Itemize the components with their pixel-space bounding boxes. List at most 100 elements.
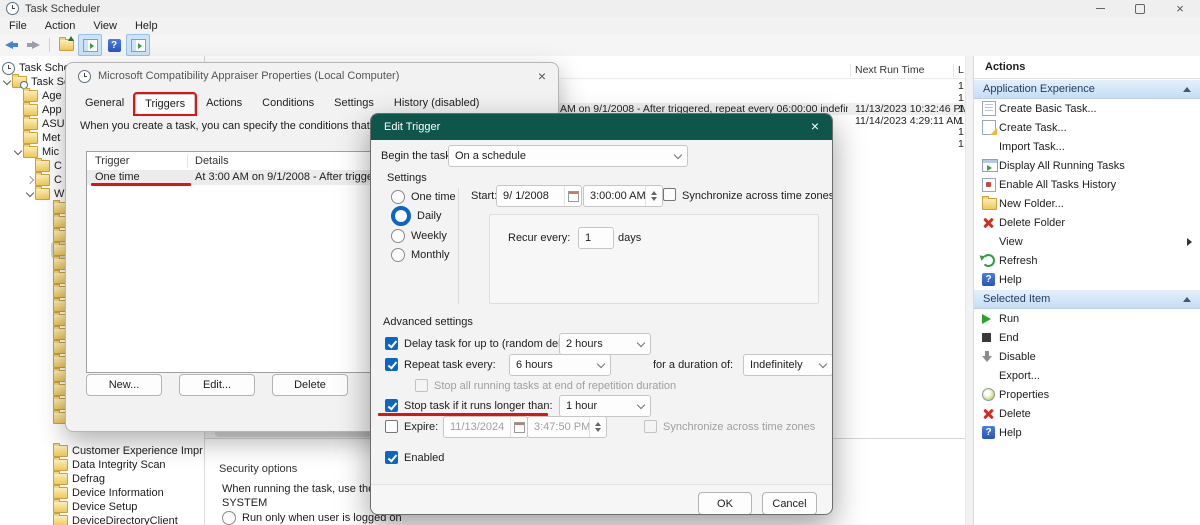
tree-item[interactable]: Customer Experience Impr bbox=[0, 443, 204, 458]
action-item[interactable]: Disable bbox=[974, 347, 1200, 366]
edit-trigger-title: Edit Trigger bbox=[384, 121, 441, 133]
action-item[interactable]: Delete bbox=[974, 404, 1200, 423]
expire-sync-timezones-checkbox[interactable] bbox=[644, 420, 657, 433]
calendar-icon bbox=[513, 421, 525, 433]
details-column-header[interactable]: Details bbox=[195, 155, 229, 167]
delay-task-checkbox[interactable] bbox=[385, 337, 398, 350]
properties-tab[interactable]: History (disabled) bbox=[385, 94, 489, 114]
expire-time-field[interactable]: 3:47:50 PM bbox=[527, 416, 607, 438]
action-item[interactable]: Import Task... bbox=[974, 137, 1200, 156]
start-time-field[interactable]: 3:00:00 AM bbox=[583, 185, 663, 207]
enabled-checkbox[interactable] bbox=[385, 451, 398, 464]
stop-task-checkbox[interactable] bbox=[385, 399, 398, 412]
settings-group-label: Settings bbox=[387, 172, 427, 184]
section-header-selected-item[interactable]: Selected Item bbox=[974, 289, 1200, 309]
maximize-button[interactable] bbox=[1120, 0, 1160, 17]
toolbar-help-button[interactable] bbox=[105, 36, 123, 54]
action-item[interactable]: Create Basic Task... bbox=[974, 99, 1200, 118]
properties-tab[interactable]: General bbox=[76, 94, 133, 114]
properties-close-button[interactable]: × bbox=[538, 68, 546, 84]
actions-panel: Actions Application Experience Create Ba… bbox=[973, 56, 1200, 525]
expire-date-field[interactable]: 11/13/2024 bbox=[443, 416, 528, 438]
next-run-time-column-header[interactable]: Next Run Time bbox=[855, 64, 924, 76]
cancel-button[interactable]: Cancel bbox=[762, 492, 817, 514]
expire-checkbox[interactable] bbox=[385, 420, 398, 433]
schedule-radio-option[interactable]: Weekly bbox=[391, 228, 456, 243]
schedule-radio-option[interactable]: Monthly bbox=[391, 248, 456, 262]
edit-trigger-button[interactable]: Edit... bbox=[179, 374, 255, 396]
last-run-time-column-header[interactable]: L bbox=[958, 64, 964, 76]
duration-select[interactable]: Indefinitely bbox=[743, 354, 832, 376]
security-user-line: When running the task, use the foll bbox=[222, 483, 392, 495]
recur-days-input[interactable]: 1 bbox=[578, 227, 614, 249]
help-icon bbox=[107, 38, 121, 52]
properties-tab[interactable]: Actions bbox=[197, 94, 251, 114]
chevron-down-icon bbox=[13, 146, 23, 156]
section-header-application-experience[interactable]: Application Experience bbox=[974, 79, 1200, 99]
menu-item[interactable]: File bbox=[0, 20, 36, 32]
begin-task-select[interactable]: On a schedule bbox=[448, 145, 688, 167]
edit-trigger-close-button[interactable]: × bbox=[811, 118, 819, 134]
close-button[interactable]: × bbox=[1160, 0, 1200, 17]
action-item[interactable]: Properties bbox=[974, 385, 1200, 404]
new-trigger-button[interactable]: New... bbox=[86, 374, 162, 396]
menu-item[interactable]: Help bbox=[126, 20, 167, 32]
action-item[interactable]: End bbox=[974, 328, 1200, 347]
logged-on-radio[interactable] bbox=[222, 511, 236, 525]
show-hide-action-pane-button[interactable] bbox=[126, 34, 150, 56]
repeat-interval-select[interactable]: 6 hours bbox=[509, 354, 611, 376]
schedule-radio-option[interactable]: One time bbox=[391, 189, 456, 204]
trigger-column-header[interactable]: Trigger bbox=[95, 155, 129, 167]
forward-button[interactable] bbox=[24, 36, 42, 54]
back-icon bbox=[5, 40, 19, 50]
action-item[interactable]: Display All Running Tasks bbox=[974, 156, 1200, 175]
task-scheduler-icon bbox=[2, 61, 15, 75]
action-item[interactable]: Refresh bbox=[974, 251, 1200, 270]
sync-timezones-checkbox[interactable] bbox=[663, 188, 676, 201]
action-item[interactable]: Delete Folder bbox=[974, 213, 1200, 232]
delay-duration-select[interactable]: 2 hours bbox=[559, 333, 651, 355]
task-scheduler-icon bbox=[6, 2, 19, 15]
show-hide-console-tree-button[interactable] bbox=[78, 34, 102, 56]
expire-label: Expire: bbox=[404, 421, 439, 433]
start-label: Start: bbox=[471, 190, 498, 202]
action-item[interactable]: Enable All Tasks History bbox=[974, 175, 1200, 194]
tree-item[interactable]: Device Information bbox=[0, 485, 204, 500]
tree-item[interactable]: Device Setup bbox=[0, 499, 204, 514]
tree-item[interactable]: Data Integrity Scan bbox=[0, 457, 204, 472]
schedule-radio-option[interactable]: Daily bbox=[391, 206, 456, 226]
help-icon bbox=[982, 273, 995, 286]
security-account: SYSTEM bbox=[222, 497, 268, 509]
panel-toggle-icon bbox=[130, 38, 146, 52]
action-item[interactable]: New Folder... bbox=[974, 194, 1200, 213]
stop-all-tasks-checkbox[interactable] bbox=[415, 379, 428, 392]
action-item[interactable]: Run bbox=[974, 309, 1200, 328]
start-date-field[interactable]: 9/ 1/2008 bbox=[496, 185, 582, 207]
action-item[interactable]: Export... bbox=[974, 366, 1200, 385]
panel-toggle-icon bbox=[82, 38, 98, 52]
delete-trigger-button[interactable]: Delete bbox=[272, 374, 348, 396]
submenu-arrow-icon bbox=[1187, 237, 1192, 246]
properties-tab[interactable]: Triggers bbox=[135, 94, 196, 114]
repeat-task-checkbox[interactable] bbox=[385, 358, 398, 371]
tree-item[interactable]: Defrag bbox=[0, 471, 204, 486]
properties-tab[interactable]: Conditions bbox=[253, 94, 323, 114]
chevron-right-icon bbox=[25, 175, 35, 185]
console-tree-button[interactable] bbox=[57, 36, 75, 54]
create-basic-task-icon bbox=[982, 101, 996, 116]
menu-item[interactable]: View bbox=[84, 20, 126, 32]
action-item[interactable]: Create Task... bbox=[974, 118, 1200, 137]
end-icon bbox=[982, 333, 991, 342]
properties-tab[interactable]: Settings bbox=[325, 94, 383, 114]
back-button[interactable] bbox=[3, 36, 21, 54]
minimize-button[interactable] bbox=[1080, 0, 1120, 17]
action-item[interactable]: View bbox=[974, 232, 1200, 251]
one-time-red-underline-annotation bbox=[91, 183, 191, 186]
action-item[interactable]: Help bbox=[974, 423, 1200, 442]
tree-item[interactable]: DeviceDirectoryClient bbox=[0, 513, 204, 525]
ok-button[interactable]: OK bbox=[698, 492, 752, 514]
menu-item[interactable]: Action bbox=[36, 20, 85, 32]
actions-panel-title: Actions bbox=[974, 56, 1200, 79]
stop-task-duration-select[interactable]: 1 hour bbox=[559, 395, 651, 417]
action-item[interactable]: Help bbox=[974, 270, 1200, 289]
